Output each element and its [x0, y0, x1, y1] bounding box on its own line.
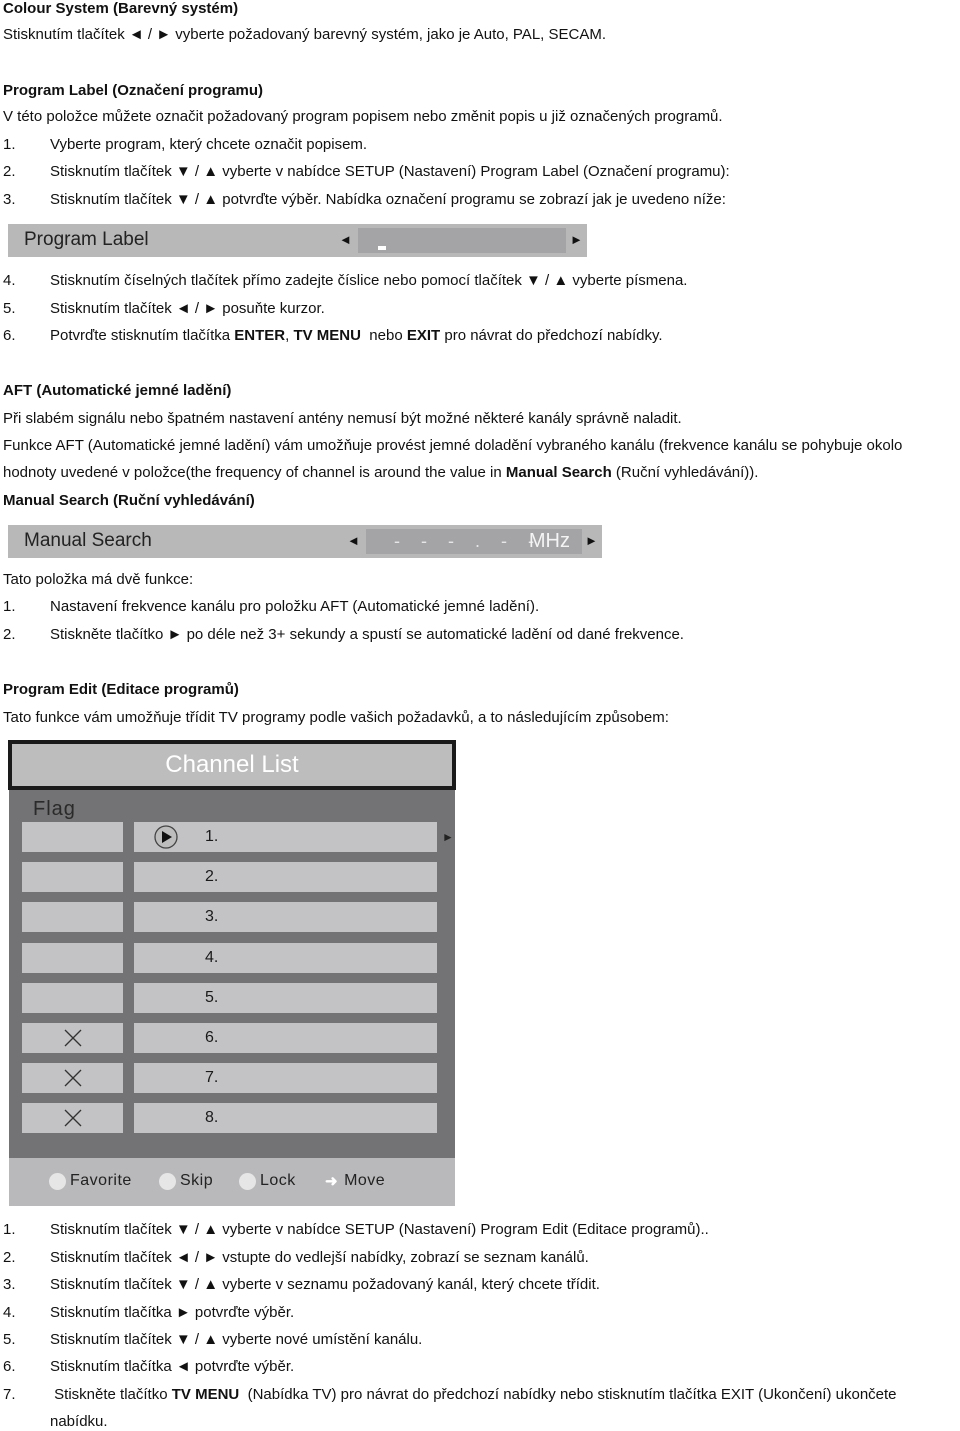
- step-text: Stisknutím tlačítka ► potvrďte výběr.: [50, 1304, 295, 1321]
- step-number: 2.: [3, 1249, 16, 1266]
- aft-paragraph: Při slabém signálu nebo špatném nastaven…: [3, 410, 682, 427]
- program-edit-intro: Tato funkce vám umožňuje třídit TV progr…: [3, 709, 669, 726]
- step-number: 4.: [3, 272, 16, 289]
- channel-number: 7.: [205, 1069, 219, 1086]
- channel-row[interactable]: 6.: [134, 1023, 437, 1053]
- step-number: 6.: [3, 1358, 16, 1375]
- step-text: Stisknutím tlačítek ▼ / ▲ vyberte nové u…: [50, 1331, 423, 1348]
- channel-flag-cell[interactable]: [22, 902, 123, 932]
- manual-search-menu-bar: Manual Search ◄ - - - . - - MHz ►: [8, 525, 602, 558]
- step-text: Stisknutím tlačítka ◄ potvrďte výběr.: [50, 1358, 295, 1375]
- step-text: Stisknutím tlačítek ▼ / ▲ vyberte v nabí…: [50, 1221, 709, 1238]
- step-number: 3.: [3, 191, 16, 208]
- channel-row[interactable]: 5.: [134, 983, 437, 1013]
- program-label-intro: V této položce můžete označit požadovaný…: [3, 108, 723, 125]
- step-text: Stiskněte tlačítko TV MENU (Nabídka TV) …: [50, 1386, 897, 1403]
- aft-paragraph: hodnoty uvedené v položce(the frequency …: [3, 464, 759, 481]
- channel-flag-cell[interactable]: [22, 822, 123, 852]
- skip-x-icon: [64, 1069, 82, 1087]
- legend-favorite[interactable]: Favorite: [49, 1172, 132, 1190]
- step-number: 2.: [3, 626, 16, 643]
- colour-system-text: Stisknutím tlačítek ◄ / ► vyberte požado…: [3, 26, 607, 43]
- manual-search-menu-label: Manual Search: [24, 530, 152, 551]
- program-label-menu-label: Program Label: [24, 229, 149, 250]
- legend-skip[interactable]: Skip: [159, 1172, 213, 1190]
- skip-x-icon: [64, 1109, 82, 1127]
- left-arrow-icon[interactable]: ◄: [347, 533, 360, 548]
- step-text: Stisknutím tlačítek ▼ / ▲ vyberte v nabí…: [50, 163, 730, 180]
- manual-search-heading: Manual Search (Ruční vyhledávání): [3, 492, 255, 509]
- step-text: Stisknutím tlačítek ◄ / ► posuňte kurzor…: [50, 300, 325, 317]
- program-edit-heading: Program Edit (Editace programů): [3, 681, 239, 698]
- frequency-input[interactable]: - - - . - - MHz: [366, 529, 582, 554]
- channel-row[interactable]: 8.: [134, 1103, 437, 1133]
- program-label-heading: Program Label (Označení programu): [3, 82, 264, 99]
- selected-row-arrow-icon: ►: [442, 830, 454, 844]
- channel-flag-cell[interactable]: [22, 943, 123, 973]
- right-arrow-icon[interactable]: ►: [570, 232, 583, 247]
- step-number: 3.: [3, 1276, 16, 1293]
- step-number: 5.: [3, 1331, 16, 1348]
- step-text: nabídku.: [50, 1413, 108, 1430]
- text-cursor: [378, 246, 386, 250]
- skip-x-icon: [64, 1029, 82, 1047]
- aft-heading: AFT (Automatické jemné ladění): [3, 382, 232, 399]
- channel-number: 3.: [205, 908, 219, 925]
- step-number: 4.: [3, 1304, 16, 1321]
- channel-list-title: Channel List: [165, 751, 299, 778]
- channel-number: 4.: [205, 949, 219, 966]
- channel-row[interactable]: 1.: [134, 822, 437, 852]
- step-text: Stiskněte tlačítko ► po déle než 3+ seku…: [50, 626, 684, 643]
- channel-row[interactable]: 7.: [134, 1063, 437, 1093]
- channel-flag-cell[interactable]: [22, 862, 123, 892]
- step-text: Stisknutím tlačítek ▼ / ▲ potvrďte výběr…: [50, 191, 726, 208]
- step-number: 6.: [3, 327, 16, 344]
- channel-number: 2.: [205, 868, 219, 885]
- channel-flag-cell[interactable]: [22, 983, 123, 1013]
- channel-row[interactable]: 3.: [134, 902, 437, 932]
- step-text: Stisknutím tlačítek ▼ / ▲ vyberte v sezn…: [50, 1276, 600, 1293]
- step-text: Potvrďte stisknutím tlačítka ENTER, TV M…: [50, 327, 663, 344]
- channel-flag-cell[interactable]: [22, 1103, 123, 1133]
- program-label-input[interactable]: [358, 228, 566, 253]
- channel-row[interactable]: 2.: [134, 862, 437, 892]
- step-text: Stisknutím číselných tlačítek přímo zade…: [50, 272, 688, 289]
- channel-flag-cell[interactable]: [22, 1063, 123, 1093]
- colour-system-heading: Colour System (Barevný systém): [3, 0, 239, 17]
- step-number: 1.: [3, 136, 16, 153]
- channel-row[interactable]: 4.: [134, 943, 437, 973]
- skip-dot-icon: [159, 1172, 176, 1190]
- legend-lock[interactable]: Lock: [239, 1172, 296, 1190]
- channel-list-title-bar: Channel List: [8, 740, 456, 790]
- step-text: Nastavení frekvence kanálu pro položku A…: [50, 598, 540, 615]
- channel-list-body: Flag 1. ► 2. 3. 4. 5. 6. 7. 8.: [9, 790, 455, 1158]
- channel-list-legend: Favorite Skip Lock ➜ Move: [9, 1158, 455, 1206]
- step-number: 1.: [3, 1221, 16, 1238]
- frequency-value: - - - . - -: [394, 531, 542, 551]
- frequency-unit: MHz: [528, 530, 570, 552]
- step-number: 2.: [3, 163, 16, 180]
- program-label-menu-bar: Program Label ◄ ►: [8, 224, 587, 257]
- step-number: 1.: [3, 598, 16, 615]
- lock-dot-icon: [239, 1172, 256, 1190]
- step-number: 5.: [3, 300, 16, 317]
- favorite-dot-icon: [49, 1172, 66, 1190]
- step-text: Vyberte program, který chcete označit po…: [50, 136, 368, 153]
- channel-number: 5.: [205, 989, 219, 1006]
- channel-number: 6.: [205, 1029, 219, 1046]
- channel-number: 8.: [205, 1109, 219, 1126]
- manual-search-intro: Tato položka má dvě funkce:: [3, 571, 194, 588]
- flag-column-header: Flag: [33, 798, 76, 820]
- legend-move[interactable]: ➜ Move: [325, 1172, 385, 1190]
- step-text: Stisknutím tlačítek ◄ / ► vstupte do ved…: [50, 1249, 589, 1266]
- left-arrow-icon[interactable]: ◄: [339, 232, 352, 247]
- channel-flag-cell[interactable]: [22, 1023, 123, 1053]
- move-arrow-icon: ➜: [325, 1173, 339, 1190]
- right-arrow-icon[interactable]: ►: [585, 533, 598, 548]
- channel-number: 1.: [205, 828, 219, 845]
- play-icon: [154, 825, 178, 849]
- channel-list-panel: Channel List Flag 1. ► 2. 3. 4. 5. 6. 7. 8. Favo…: [8, 740, 456, 1206]
- aft-paragraph: Funkce AFT (Automatické jemné ladění) vá…: [3, 437, 903, 454]
- step-number: 7.: [3, 1386, 16, 1403]
